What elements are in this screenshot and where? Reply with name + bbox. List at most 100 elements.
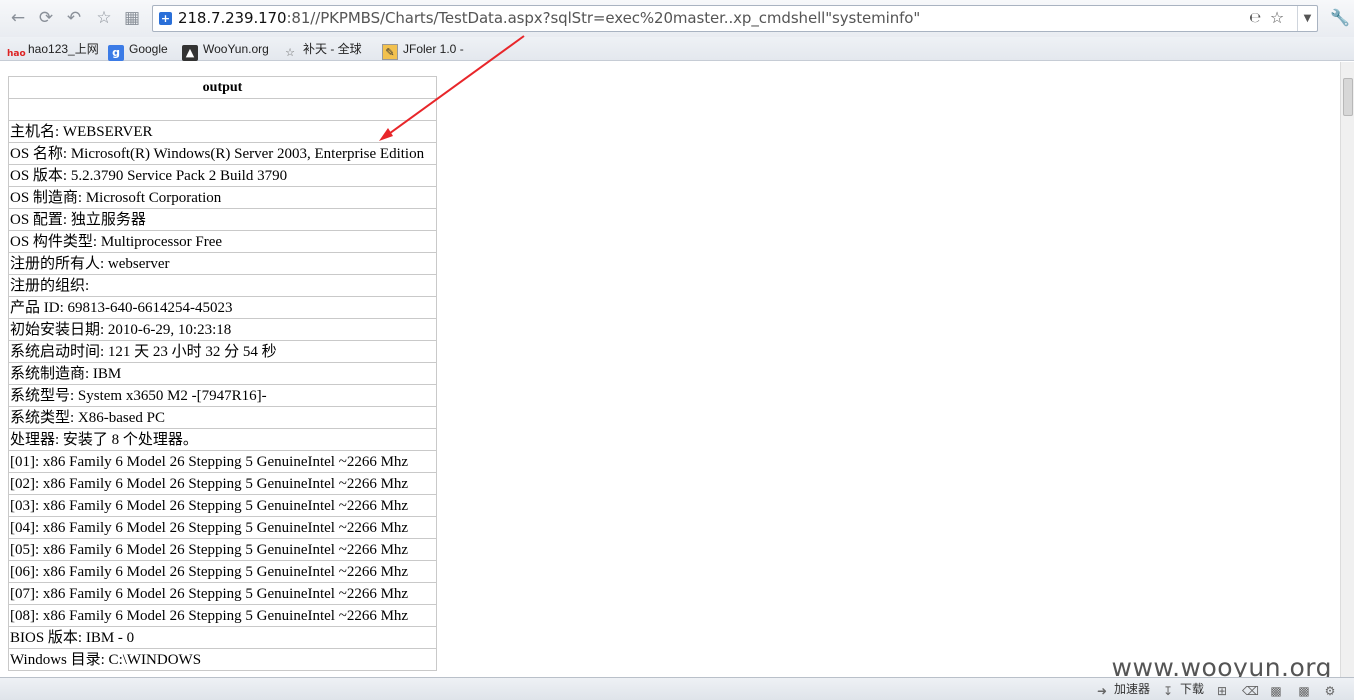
table-cell: 系统制造商: IBM	[8, 362, 437, 385]
table-cell: [07]: x86 Family 6 Model 26 Stepping 5 G…	[8, 582, 437, 605]
capture-icon: ⊞	[1216, 684, 1228, 698]
table-cell	[8, 98, 437, 121]
wooyun-icon: ▲	[182, 45, 198, 61]
table-row: [05]: x86 Family 6 Model 26 Stepping 5 G…	[8, 538, 437, 561]
download-label: 下载	[1180, 682, 1205, 696]
back-arrow-icon[interactable]: ←	[8, 8, 28, 28]
table-header-row: output	[8, 76, 437, 99]
table-row: [08]: x86 Family 6 Model 26 Stepping 5 G…	[8, 604, 437, 627]
undo-icon[interactable]: ↶	[64, 8, 84, 28]
bookmark-wooyun[interactable]: ▲ WooYun.org	[182, 40, 269, 61]
table-row: 系统型号: System x3650 M2 -[7947R16]-	[8, 384, 437, 407]
table-cell: [01]: x86 Family 6 Model 26 Stepping 5 G…	[8, 450, 437, 473]
download-icon: ↧	[1162, 684, 1174, 698]
capture-button[interactable]: ⊞	[1214, 681, 1234, 698]
table-row: 产品 ID: 69813-640-6614254-45023	[8, 296, 437, 319]
table-row: 注册的所有人: webserver	[8, 252, 437, 275]
bookmark-hao123[interactable]: hao hao123_上网	[7, 40, 99, 59]
table-cell: 主机名: WEBSERVER	[8, 120, 437, 143]
bookmark-label: JFoler 1.0 -	[403, 42, 464, 56]
bookmark-label: hao123_上网	[28, 42, 99, 56]
table-row: OS 制造商: Microsoft Corporation	[8, 186, 437, 209]
extension-button-2[interactable]: ▩	[1296, 681, 1316, 698]
table-cell: [08]: x86 Family 6 Model 26 Stepping 5 G…	[8, 604, 437, 627]
table-row: 系统制造商: IBM	[8, 362, 437, 385]
settings-button[interactable]: ⚙	[1322, 681, 1342, 698]
browser-toolbar: ← ⟳ ↶ ☆ ▦ + 218.7.239.170:81//PKPMBS/Cha…	[0, 0, 1354, 37]
table-body: 主机名: WEBSERVER OS 名称: Microsoft(R) Window…	[8, 98, 437, 671]
download-button[interactable]: ↧ 下载	[1160, 681, 1204, 698]
accelerator-button[interactable]: ➜ 加速器	[1094, 681, 1150, 698]
table-row: [01]: x86 Family 6 Model 26 Stepping 5 G…	[8, 450, 437, 473]
table-row: [07]: x86 Family 6 Model 26 Stepping 5 G…	[8, 582, 437, 605]
extension-icon: ▩	[1270, 684, 1282, 698]
extension-icon: ▩	[1298, 684, 1310, 698]
star-icon: ☆	[285, 46, 295, 59]
table-cell: 注册的所有人: webserver	[8, 252, 437, 275]
rocket-icon: ➜	[1096, 684, 1108, 698]
table-row: 注册的组织:	[8, 274, 437, 297]
table-cell: Windows 目录: C:\WINDOWS	[8, 648, 437, 671]
ie-compat-icon[interactable]: ℮	[1247, 10, 1263, 26]
bookmark-label: WooYun.org	[203, 42, 269, 56]
bookmarks-bar: hao hao123_上网 g Google ▲ WooYun.org ☆ 补天 - 全…	[0, 37, 1354, 61]
table-row: 主机名: WEBSERVER	[8, 120, 437, 143]
table-row	[8, 98, 437, 121]
favorite-star-icon[interactable]: ☆	[94, 8, 114, 28]
column-header-output: output	[8, 76, 437, 99]
page-content: output 主机名: WEBSERVER OS 名称: Microsoft(R)…	[0, 62, 1340, 677]
table-cell: [03]: x86 Family 6 Model 26 Stepping 5 G…	[8, 494, 437, 517]
table-row: OS 配置: 独立服务器	[8, 208, 437, 231]
table-cell: [02]: x86 Family 6 Model 26 Stepping 5 G…	[8, 472, 437, 495]
wrench-icon[interactable]: 🔧	[1330, 8, 1350, 28]
table-cell: [06]: x86 Family 6 Model 26 Stepping 5 G…	[8, 560, 437, 583]
jfoler-icon: ✎	[382, 44, 398, 60]
url-host: 218.7.239.170	[178, 9, 287, 27]
vertical-scrollbar[interactable]	[1340, 62, 1354, 677]
trash-button[interactable]: ⌫	[1242, 681, 1262, 698]
table-row: 初始安装日期: 2010-6-29, 10:23:18	[8, 318, 437, 341]
table-cell: OS 制造商: Microsoft Corporation	[8, 186, 437, 209]
grid-icon[interactable]: ▦	[122, 8, 142, 28]
google-icon: g	[108, 45, 124, 61]
bookmark-label: Google	[129, 42, 168, 56]
output-table: output 主机名: WEBSERVER OS 名称: Microsoft(R)…	[8, 76, 437, 671]
address-text[interactable]: 218.7.239.170:81//PKPMBS/Charts/TestData…	[178, 9, 920, 27]
trash-icon: ⌫	[1242, 684, 1259, 698]
table-row: OS 构件类型: Multiprocessor Free	[8, 230, 437, 253]
extension-button-1[interactable]: ▩	[1268, 681, 1288, 698]
table-cell: BIOS 版本: IBM - 0	[8, 626, 437, 649]
table-cell: 系统类型: X86-based PC	[8, 406, 437, 429]
table-cell: 注册的组织:	[8, 274, 437, 297]
security-shield-icon: +	[159, 12, 172, 25]
table-row: Windows 目录: C:\WINDOWS	[8, 648, 437, 671]
table-cell: OS 配置: 独立服务器	[8, 208, 437, 231]
gear-icon: ⚙	[1324, 684, 1336, 698]
table-row: [06]: x86 Family 6 Model 26 Stepping 5 G…	[8, 560, 437, 583]
table-row: OS 名称: Microsoft(R) Windows(R) Server 20…	[8, 142, 437, 165]
table-row: 系统类型: X86-based PC	[8, 406, 437, 429]
address-bar[interactable]: + 218.7.239.170:81//PKPMBS/Charts/TestDa…	[152, 5, 1318, 32]
table-cell: 系统启动时间: 121 天 23 小时 32 分 54 秒	[8, 340, 437, 363]
table-row: [04]: x86 Family 6 Model 26 Stepping 5 G…	[8, 516, 437, 539]
scrollbar-thumb[interactable]	[1343, 78, 1353, 116]
table-cell: 产品 ID: 69813-640-6614254-45023	[8, 296, 437, 319]
table-cell: [05]: x86 Family 6 Model 26 Stepping 5 G…	[8, 538, 437, 561]
bookmark-butian[interactable]: ☆ 补天 - 全球	[282, 40, 362, 59]
table-row: [02]: x86 Family 6 Model 26 Stepping 5 G…	[8, 472, 437, 495]
reload-icon[interactable]: ⟳	[36, 8, 56, 28]
accelerator-label: 加速器	[1114, 682, 1151, 696]
table-cell: OS 构件类型: Multiprocessor Free	[8, 230, 437, 253]
bookmark-star-icon[interactable]: ☆	[1268, 9, 1286, 27]
bookmark-jfoler[interactable]: ✎ JFoler 1.0 -	[382, 40, 464, 60]
chevron-down-icon[interactable]: ▼	[1297, 6, 1317, 31]
bookmark-google[interactable]: g Google	[108, 40, 168, 61]
table-cell: [04]: x86 Family 6 Model 26 Stepping 5 G…	[8, 516, 437, 539]
table-row: 系统启动时间: 121 天 23 小时 32 分 54 秒	[8, 340, 437, 363]
table-row: OS 版本: 5.2.3790 Service Pack 2 Build 379…	[8, 164, 437, 187]
table-row: BIOS 版本: IBM - 0	[8, 626, 437, 649]
bookmark-label: 补天 - 全球	[303, 42, 362, 56]
table-cell: 处理器: 安装了 8 个处理器。	[8, 428, 437, 451]
table-cell: OS 版本: 5.2.3790 Service Pack 2 Build 379…	[8, 164, 437, 187]
hao-icon: hao	[7, 49, 26, 59]
